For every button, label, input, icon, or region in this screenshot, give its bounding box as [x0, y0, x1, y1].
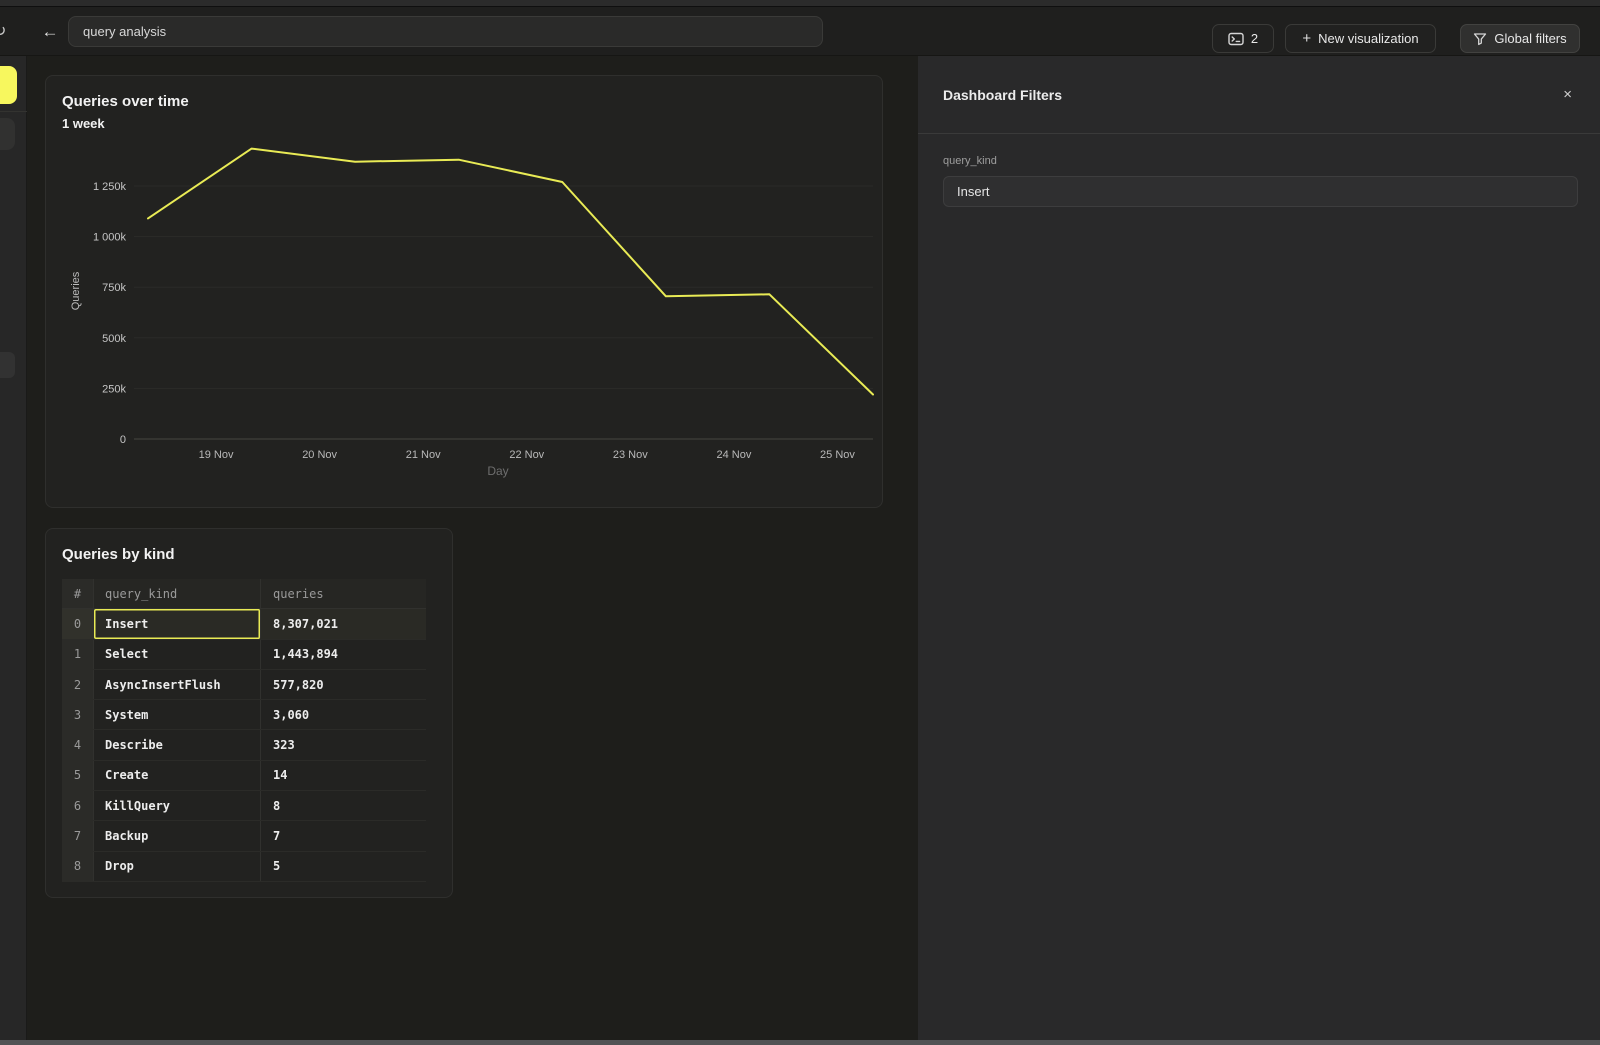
x-tick-label: 21 Nov [406, 449, 441, 461]
back-button[interactable]: ← [38, 7, 62, 56]
row-index-cell: 8 [62, 852, 94, 881]
y-tick-label: 250k [102, 383, 126, 395]
sidebar-item[interactable] [0, 118, 15, 150]
queries-by-kind-card: Queries by kind #query_kindqueries0Inser… [45, 528, 453, 898]
row-index-cell: 3 [62, 700, 94, 729]
row-index-cell: 1 [62, 640, 94, 669]
x-tick-label: 23 Nov [613, 449, 648, 461]
y-tick-label: 1 250k [93, 181, 127, 193]
queries-series-line [148, 149, 873, 395]
filter-field-label: query_kind [943, 155, 1578, 167]
sidebar-separator [0, 111, 27, 112]
queries-count-cell[interactable]: 3,060 [261, 700, 426, 729]
table-row: 7Backup7 [62, 821, 426, 851]
sidebar-item[interactable] [0, 352, 15, 378]
table-title: Queries by kind [62, 546, 175, 563]
table-header-index: # [62, 579, 94, 608]
x-tick-label: 19 Nov [199, 449, 234, 461]
funnel-icon [1473, 32, 1487, 46]
chart-subtitle: 1 week [62, 116, 105, 131]
kind-table: #query_kindqueries0Insert8,307,0211Selec… [62, 579, 426, 882]
queries-over-time-card: Queries over time 1 week 0 250k 500k 750k 1 … [45, 75, 883, 508]
y-tick-label: 0 [120, 434, 126, 446]
refresh-icon[interactable]: ↻ [0, 21, 6, 41]
table-row: 3System3,060 [62, 700, 426, 730]
console-count: 2 [1251, 31, 1258, 46]
topbar: ↻ ← 2 + New visualization Global filters [0, 7, 1600, 56]
table-row: 4Describe323 [62, 730, 426, 760]
queries-count-cell[interactable]: 5 [261, 852, 426, 881]
queries-count-cell[interactable]: 577,820 [261, 670, 426, 699]
window-top-strip [0, 0, 1600, 7]
plus-icon: + [1302, 31, 1311, 46]
queries-count-cell[interactable]: 14 [261, 761, 426, 790]
query-kind-cell[interactable]: KillQuery [94, 791, 261, 820]
dashboard-canvas: Queries over time 1 week 0 250k 500k 750k 1 … [27, 56, 918, 1040]
dashboard-filters-panel: Dashboard Filters × query_kind [918, 56, 1600, 1040]
window-bottom-bar [0, 1040, 1600, 1045]
y-tick-label: 1 000k [93, 232, 127, 244]
query-kind-cell[interactable]: Create [94, 761, 261, 790]
query-kind-cell[interactable]: Insert [94, 609, 261, 638]
table-header-queries: queries [261, 579, 426, 608]
row-index-cell: 4 [62, 730, 94, 759]
x-tick-label: 20 Nov [302, 449, 337, 461]
chart-title: Queries over time [62, 93, 189, 110]
sidebar-item-active[interactable] [0, 66, 17, 104]
y-tick-label: 750k [102, 282, 126, 294]
row-index-cell: 7 [62, 821, 94, 850]
table-header-row: #query_kindqueries [62, 579, 426, 609]
queries-count-cell[interactable]: 323 [261, 730, 426, 759]
table-row: 2AsyncInsertFlush577,820 [62, 670, 426, 700]
query-kind-cell[interactable]: Select [94, 640, 261, 669]
table-row: 5Create14 [62, 761, 426, 791]
table-row: 0Insert8,307,021 [62, 609, 426, 639]
close-icon[interactable]: × [1563, 87, 1572, 102]
y-axis-name: Queries [70, 271, 82, 310]
queries-count-cell[interactable]: 7 [261, 821, 426, 850]
row-index-cell: 6 [62, 791, 94, 820]
new-visualization-label: New visualization [1318, 31, 1418, 46]
sidebar [0, 56, 27, 1040]
row-index-cell: 2 [62, 670, 94, 699]
row-index-cell: 0 [62, 609, 94, 638]
filters-panel-header: Dashboard Filters × [918, 56, 1600, 134]
table-row: 8Drop5 [62, 852, 426, 882]
new-visualization-button[interactable]: + New visualization [1285, 24, 1436, 53]
table-row: 1Select1,443,894 [62, 640, 426, 670]
query-kind-cell[interactable]: AsyncInsertFlush [94, 670, 261, 699]
query-kind-cell[interactable]: System [94, 700, 261, 729]
dashboard-title-input[interactable] [68, 16, 823, 47]
filter-value-input[interactable] [943, 176, 1578, 207]
filters-panel-body: query_kind [918, 134, 1600, 207]
x-tick-label: 24 Nov [716, 449, 751, 461]
console-count-button[interactable]: 2 [1212, 24, 1274, 53]
x-axis-name: Day [487, 464, 508, 478]
query-kind-cell[interactable]: Drop [94, 852, 261, 881]
queries-count-cell[interactable]: 8,307,021 [261, 609, 426, 638]
filters-panel-title: Dashboard Filters [943, 87, 1062, 103]
app-window: ↻ ← 2 + New visualization Global filters [0, 0, 1600, 1045]
table-header-query-kind: query_kind [94, 579, 261, 608]
console-icon [1228, 32, 1244, 46]
query-kind-cell[interactable]: Backup [94, 821, 261, 850]
x-tick-label: 25 Nov [820, 449, 855, 461]
queries-chart-svg[interactable]: 0 250k 500k 750k 1 000k 1 250k 19 Nov 20 Nov 21 … [46, 141, 884, 486]
refresh-icon-clip: ↻ [0, 7, 20, 56]
queries-count-cell[interactable]: 1,443,894 [261, 640, 426, 669]
global-filters-button[interactable]: Global filters [1460, 24, 1580, 53]
table-row: 6KillQuery8 [62, 791, 426, 821]
x-tick-label: 22 Nov [509, 449, 544, 461]
query-kind-cell[interactable]: Describe [94, 730, 261, 759]
queries-count-cell[interactable]: 8 [261, 791, 426, 820]
row-index-cell: 5 [62, 761, 94, 790]
y-tick-label: 500k [102, 333, 126, 345]
global-filters-label: Global filters [1494, 31, 1566, 46]
